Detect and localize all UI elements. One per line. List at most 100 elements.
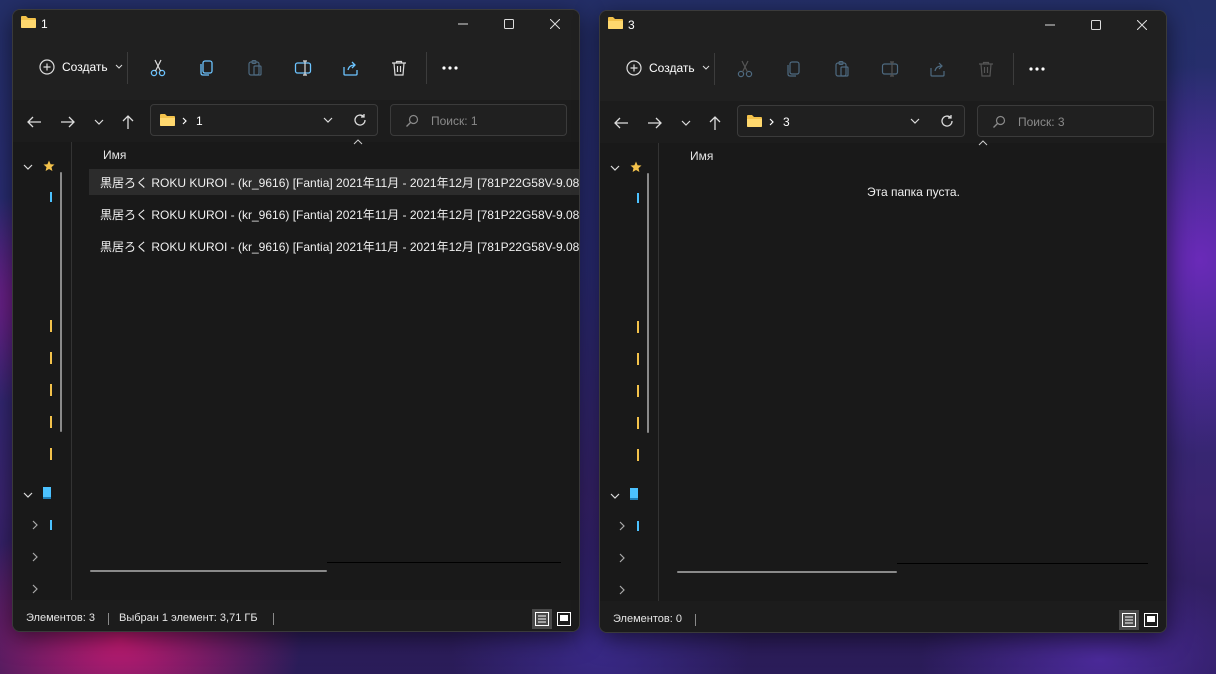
arrow-up-icon: [122, 115, 134, 129]
drive-marker: [50, 520, 52, 530]
horizontal-scrollbar[interactable]: [90, 570, 327, 572]
forward-button[interactable]: [644, 112, 666, 134]
share-icon: [930, 62, 945, 77]
paste-button[interactable]: [829, 56, 855, 82]
trash-icon: [392, 60, 406, 76]
address-bar[interactable]: 1: [150, 104, 378, 136]
close-icon: [1137, 20, 1147, 30]
file-name: 黒居ろく ROKU KUROI - (kr_9616) [Fantia] 202…: [100, 207, 579, 222]
minimize-button[interactable]: [1027, 11, 1073, 39]
share-button[interactable]: [338, 55, 364, 81]
more-button[interactable]: [1024, 56, 1050, 82]
chevron-down-icon[interactable]: [610, 165, 620, 171]
copy-button[interactable]: [781, 56, 807, 82]
chevron-down-icon[interactable]: [910, 118, 920, 124]
column-header-name[interactable]: Имя: [690, 149, 713, 163]
maximize-button[interactable]: [486, 10, 532, 38]
chevron-down-icon[interactable]: [23, 492, 33, 498]
close-icon: [550, 19, 560, 29]
folder-icon: [608, 17, 623, 29]
refresh-icon[interactable]: [940, 114, 954, 128]
column-header-name[interactable]: Имя: [103, 148, 126, 162]
tiles-view-button[interactable]: [554, 609, 574, 629]
cut-button[interactable]: [145, 55, 171, 81]
rename-icon: [294, 60, 312, 76]
chevron-right-icon[interactable]: [32, 552, 38, 562]
horizontal-scroll-track: [897, 563, 1148, 564]
folder-icon: [21, 16, 36, 28]
item-count: Элементов: 0: [613, 613, 682, 625]
arrow-right-icon: [61, 116, 75, 128]
recent-locations-button[interactable]: [88, 111, 110, 133]
recent-locations-button[interactable]: [675, 112, 697, 134]
nav-scrollbar[interactable]: [60, 172, 62, 432]
paste-button[interactable]: [242, 55, 268, 81]
horizontal-scroll-track: [327, 562, 561, 563]
chevron-right-icon[interactable]: [619, 521, 625, 531]
forward-button[interactable]: [57, 111, 79, 133]
file-row[interactable]: 7z 黒居ろく ROKU KUROI - (kr_9616) [Fantia] …: [89, 233, 579, 259]
file-row[interactable]: 7z 黒居ろく ROKU KUROI - (kr_9616) [Fantia] …: [89, 201, 579, 227]
more-button[interactable]: [437, 55, 463, 81]
horizontal-scrollbar[interactable]: [677, 571, 897, 573]
search-icon: [993, 115, 1006, 128]
nav-scrollbar[interactable]: [647, 173, 649, 433]
search-box[interactable]: Поиск: 1: [390, 104, 567, 136]
tiles-view-button[interactable]: [1141, 610, 1161, 630]
title-bar[interactable]: 1: [13, 10, 579, 38]
chevron-down-icon[interactable]: [23, 164, 33, 170]
rename-button[interactable]: [877, 56, 903, 82]
back-button[interactable]: [23, 111, 45, 133]
chevron-right-icon[interactable]: [619, 553, 625, 563]
arrow-left-icon: [614, 117, 628, 129]
details-view-button[interactable]: [1119, 610, 1139, 630]
chevron-right-icon[interactable]: [32, 520, 38, 530]
details-view-button[interactable]: [532, 609, 552, 629]
command-bar: Создать: [13, 38, 579, 100]
cut-button[interactable]: [732, 56, 758, 82]
title-bar[interactable]: 3: [600, 11, 1166, 39]
create-button[interactable]: Создать: [33, 54, 129, 80]
refresh-icon[interactable]: [353, 113, 367, 127]
maximize-button[interactable]: [1073, 11, 1119, 39]
close-button[interactable]: [1119, 11, 1165, 39]
pin-marker: [50, 192, 52, 202]
navigation-pane: [600, 143, 658, 601]
delete-button[interactable]: [386, 55, 412, 81]
paste-icon: [248, 60, 262, 76]
up-button[interactable]: [117, 111, 139, 133]
navigation-pane: [13, 142, 71, 600]
star-icon: [630, 161, 642, 172]
chevron-down-icon[interactable]: [323, 117, 333, 123]
folder-marker: [50, 320, 52, 332]
chevron-right-icon[interactable]: [619, 585, 625, 595]
create-button[interactable]: Создать: [620, 55, 716, 81]
copy-button[interactable]: [194, 55, 220, 81]
delete-button[interactable]: [973, 56, 999, 82]
status-separator: [273, 613, 274, 625]
plus-circle-icon: [626, 60, 642, 76]
maximize-icon: [1091, 20, 1101, 30]
back-button[interactable]: [610, 112, 632, 134]
address-bar[interactable]: 3: [737, 105, 965, 137]
up-button[interactable]: [704, 112, 726, 134]
search-box[interactable]: Поиск: 3: [977, 105, 1154, 137]
pane-divider[interactable]: [658, 143, 659, 601]
rename-button[interactable]: [290, 55, 316, 81]
copy-icon: [200, 60, 213, 76]
chevron-down-icon: [94, 119, 104, 125]
sort-ascending-icon: [978, 140, 988, 146]
more-icon: [442, 66, 458, 70]
file-row[interactable]: 7z 黒居ろく ROKU KUROI - (kr_9616) [Fantia] …: [89, 169, 579, 195]
minimize-button[interactable]: [440, 10, 486, 38]
chevron-down-icon: [702, 65, 709, 70]
chevron-down-icon[interactable]: [610, 493, 620, 499]
status-separator: [695, 614, 696, 626]
pane-divider[interactable]: [71, 142, 72, 600]
more-icon: [1029, 67, 1045, 71]
chevron-right-icon[interactable]: [32, 584, 38, 594]
plus-circle-icon: [39, 59, 55, 75]
close-button[interactable]: [532, 10, 578, 38]
share-button[interactable]: [925, 56, 951, 82]
details-view-icon: [1122, 613, 1136, 627]
